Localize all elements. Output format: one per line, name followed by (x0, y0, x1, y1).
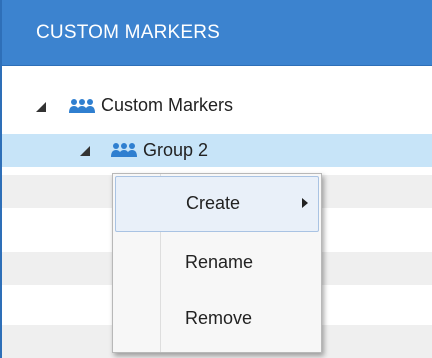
menu-item-remove[interactable]: Remove (115, 292, 319, 348)
menu-item-label: Create (186, 193, 241, 213)
collapse-triangle-icon[interactable] (80, 146, 90, 156)
menu-item-rename[interactable]: Rename (115, 236, 319, 292)
group-icon (111, 143, 137, 157)
tree-row-root[interactable]: Custom Markers (2, 89, 432, 122)
menu-item-label: Rename (185, 252, 254, 272)
menu-item-label: Remove (185, 308, 253, 328)
menu-item-create[interactable]: Create (115, 176, 319, 232)
submenu-arrow-icon (302, 198, 308, 208)
group-icon (69, 99, 95, 113)
context-menu: Create Rename Remove (112, 173, 322, 353)
panel-header: CUSTOM MARKERS (2, 0, 432, 66)
tree-label-group-2[interactable]: Group 2 (143, 140, 208, 161)
collapse-triangle-icon[interactable] (36, 102, 46, 112)
panel-title: CUSTOM MARKERS (36, 22, 221, 43)
tree-label-custom-markers[interactable]: Custom Markers (101, 95, 233, 116)
tree-row-group-2[interactable]: Group 2 (2, 134, 432, 167)
custom-markers-panel: CUSTOM MARKERS Custom Markers Group 2 Cr… (0, 0, 432, 358)
